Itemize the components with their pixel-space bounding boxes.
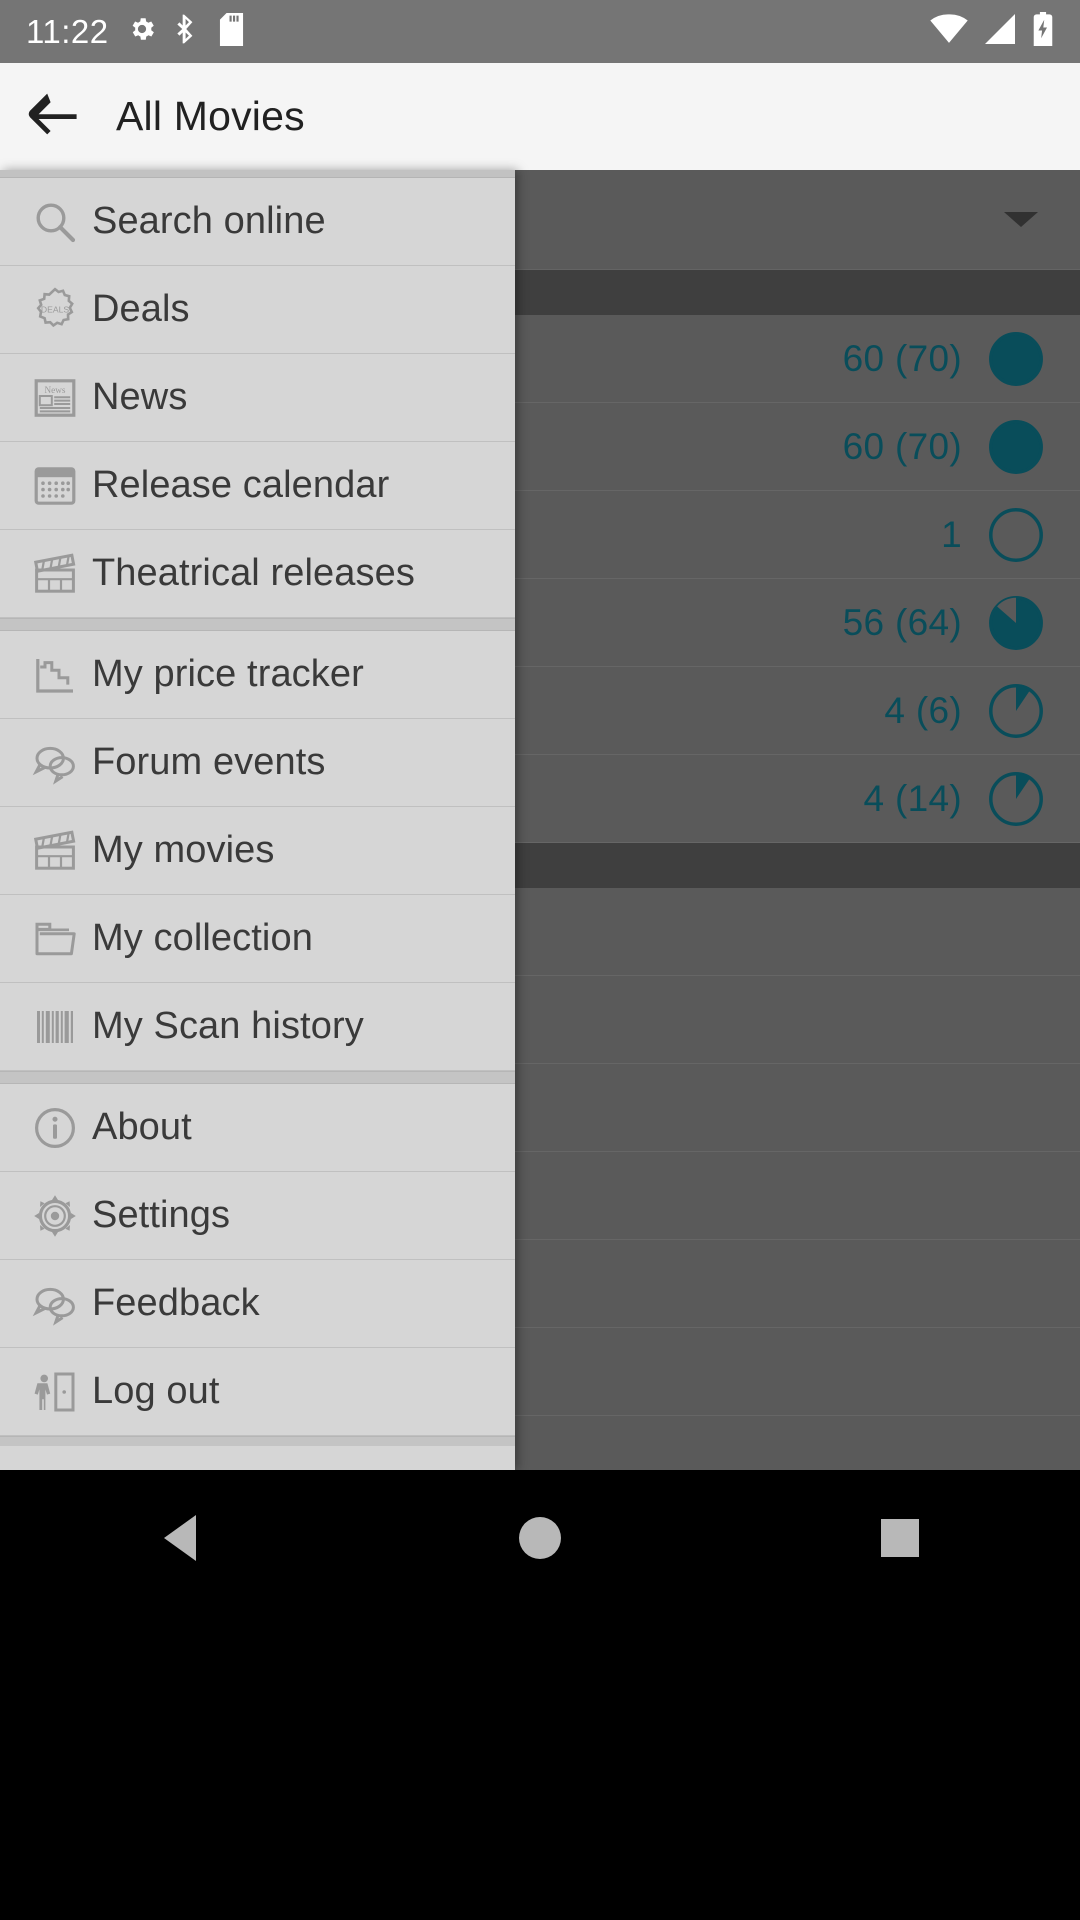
svg-text:DEALS: DEALS	[41, 304, 69, 314]
drawer-item-label: My Scan history	[92, 1005, 364, 1047]
wifi-icon	[930, 14, 968, 49]
back-triangle-icon	[164, 1515, 196, 1561]
drawer-item-log-out[interactable]: Log out	[0, 1348, 515, 1436]
barcode-icon	[18, 1003, 92, 1051]
back-arrow-icon	[28, 92, 80, 141]
recents-square-icon	[881, 1519, 919, 1557]
drawer-item-label: Log out	[92, 1370, 220, 1412]
page-title: All Movies	[116, 93, 305, 139]
drawer-item-label: News	[92, 376, 188, 418]
drawer-bottom-edge	[0, 1436, 515, 1446]
drawer-item-label: About	[92, 1106, 192, 1148]
gear-icon	[18, 1192, 92, 1240]
drawer-item-search-online[interactable]: Search online	[0, 178, 515, 266]
navigation-drawer: Search online DEALS Deals News News Rele…	[0, 170, 515, 1470]
back-button[interactable]	[0, 63, 108, 170]
home-circle-icon	[519, 1517, 561, 1559]
drawer-item-label: Settings	[92, 1194, 231, 1236]
row-count: 4 (14)	[863, 777, 962, 819]
drawer-item-label: Deals	[92, 288, 190, 330]
clapperboard-icon	[18, 827, 92, 875]
drawer-group-separator	[0, 1071, 515, 1084]
drawer-item-label: My collection	[92, 917, 313, 959]
app-bar: All Movies	[0, 63, 1080, 170]
progress-pie-icon	[988, 683, 1044, 739]
clapperboard-icon	[18, 550, 92, 598]
drawer-item-feedback[interactable]: Feedback	[0, 1260, 515, 1348]
drawer-item-my-price-tracker[interactable]: My price tracker	[0, 631, 515, 719]
drawer-group-separator	[0, 618, 515, 631]
info-circle-icon	[18, 1104, 92, 1152]
progress-pie-icon	[988, 419, 1044, 475]
drawer-item-settings[interactable]: Settings	[0, 1172, 515, 1260]
status-bar: 11:22	[0, 0, 1080, 63]
drawer-top-edge	[0, 170, 515, 178]
drawer-item-label: My price tracker	[92, 653, 364, 695]
drawer-item-about[interactable]: About	[0, 1084, 515, 1172]
row-count: 1	[941, 513, 962, 555]
magnifier-icon	[18, 198, 92, 246]
drawer-item-label: Search online	[92, 200, 326, 242]
newspaper-icon: News	[18, 374, 92, 422]
row-count: 56 (64)	[842, 601, 962, 643]
status-clock: 11:22	[26, 13, 109, 50]
deals-badge-icon: DEALS	[18, 286, 92, 334]
gear-icon	[127, 14, 157, 49]
status-bar-left: 11:22	[26, 12, 244, 51]
chevron-down-icon[interactable]	[1004, 212, 1038, 227]
speech-bubbles-icon	[18, 739, 92, 787]
speech-bubbles-icon	[18, 1280, 92, 1328]
drawer-item-my-scan-history[interactable]: My Scan history	[0, 983, 515, 1071]
nav-home-button[interactable]	[480, 1502, 600, 1574]
folder-icon	[18, 915, 92, 963]
line-chart-icon	[18, 651, 92, 699]
nav-back-button[interactable]	[120, 1502, 240, 1574]
status-bar-right	[930, 12, 1054, 51]
nav-recents-button[interactable]	[840, 1502, 960, 1574]
battery-charging-icon	[1032, 12, 1054, 51]
drawer-item-label: Theatrical releases	[92, 552, 415, 594]
drawer-item-release-calendar[interactable]: Release calendar	[0, 442, 515, 530]
row-count: 4 (6)	[884, 689, 962, 731]
drawer-item-label: My movies	[92, 829, 275, 871]
system-nav-bar	[0, 1470, 1080, 1920]
drawer-item-label: Release calendar	[92, 464, 390, 506]
drawer-item-label: Feedback	[92, 1282, 260, 1324]
drawer-item-my-movies[interactable]: My movies	[0, 807, 515, 895]
calendar-icon	[18, 462, 92, 510]
drawer-item-label: Forum events	[92, 741, 326, 783]
progress-pie-icon	[988, 771, 1044, 827]
cellular-signal-icon	[982, 14, 1018, 49]
drawer-item-my-collection[interactable]: My collection	[0, 895, 515, 983]
phone-screen: 11:22 All Movies 60 (70) 60 (70) 1 56 (6…	[0, 0, 1080, 1920]
progress-pie-icon	[988, 595, 1044, 651]
drawer-item-theatrical-releases[interactable]: Theatrical releases	[0, 530, 515, 618]
row-count: 60 (70)	[842, 337, 962, 379]
sd-card-icon	[219, 12, 244, 51]
row-count: 60 (70)	[842, 425, 962, 467]
progress-pie-icon	[988, 507, 1044, 563]
drawer-item-deals[interactable]: DEALS Deals	[0, 266, 515, 354]
bluetooth-b-icon	[175, 13, 201, 50]
drawer-item-news[interactable]: News News	[0, 354, 515, 442]
progress-pie-icon	[988, 331, 1044, 387]
drawer-item-forum-events[interactable]: Forum events	[0, 719, 515, 807]
svg-text:News: News	[45, 384, 66, 394]
exit-door-icon	[18, 1368, 92, 1416]
